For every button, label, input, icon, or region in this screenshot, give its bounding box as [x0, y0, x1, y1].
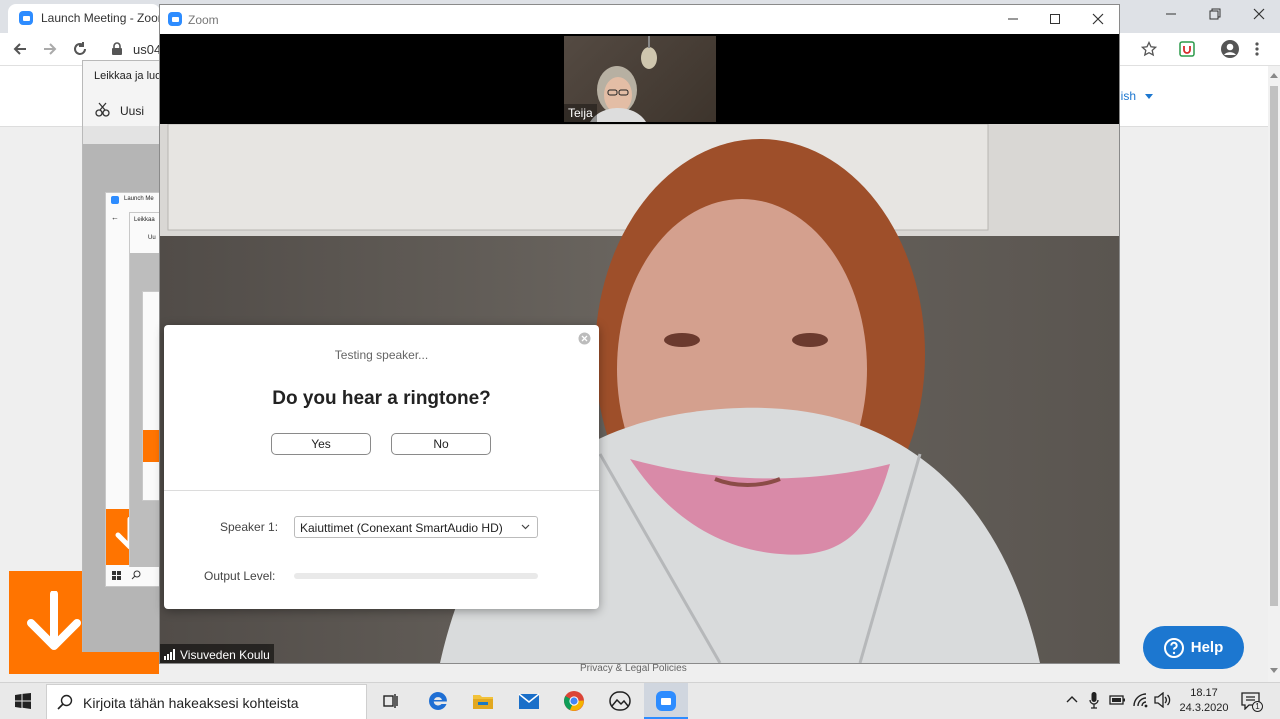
restore-icon[interactable]	[1207, 6, 1223, 22]
speaker-label: Speaker 1:	[220, 520, 279, 534]
zoom-icon	[19, 11, 33, 25]
taskbar-zoom-active[interactable]	[644, 683, 688, 719]
search-icon	[131, 570, 141, 580]
participant-thumbnail[interactable]: Teija	[564, 36, 716, 122]
main-video-name: Visuveden Koulu	[180, 647, 270, 662]
back-arrow-icon: ←	[111, 213, 119, 222]
nested-snip-new: Uu	[148, 235, 156, 241]
windows-taskbar: Kirjoita tähän hakeaksesi kohteista 18.1…	[0, 682, 1280, 719]
ringtone-question: Do you hear a ringtone?	[272, 388, 491, 409]
lock-icon[interactable]	[111, 42, 123, 56]
browser-tab-title: Launch Meeting - Zoom	[41, 11, 168, 25]
close-icon[interactable]	[1251, 6, 1267, 22]
back-arrow-icon[interactable]	[11, 40, 29, 58]
main-video-namebar: Visuveden Koulu	[160, 644, 274, 663]
speaker-select-value: Kaiuttimet (Conexant SmartAudio HD)	[300, 521, 503, 535]
zoom-icon	[111, 196, 119, 204]
notification-badge: 1	[1252, 701, 1263, 712]
profile-icon[interactable]	[1220, 39, 1240, 59]
kebab-menu-icon[interactable]	[1253, 41, 1261, 57]
zoom-icon	[656, 691, 676, 711]
close-icon[interactable]	[578, 332, 591, 345]
minimize-icon[interactable]	[1163, 6, 1179, 22]
chevron-down-icon	[1145, 94, 1153, 100]
snip-capture-area: Launch Me ← Leikkaa Uu	[83, 144, 175, 652]
zoom-icon	[168, 12, 182, 26]
snip-icon	[94, 102, 112, 118]
no-button[interactable]: No	[391, 433, 491, 455]
battery-icon[interactable]	[1109, 693, 1126, 707]
browser-tab[interactable]: Launch Meeting - Zoom	[8, 4, 168, 33]
star-icon[interactable]	[1141, 41, 1157, 57]
zoom-titlebar: Zoom	[160, 5, 1119, 34]
speaker-icon[interactable]	[1154, 692, 1172, 708]
download-arrow-icon	[27, 591, 81, 650]
signal-icon	[164, 649, 176, 660]
help-label: Help	[1190, 639, 1224, 656]
speaker-test-dialog: Testing speaker... Do you hear a rington…	[164, 325, 599, 609]
chevron-down-icon	[521, 524, 530, 530]
page-scrollbar[interactable]	[1268, 66, 1280, 682]
extension-icon[interactable]	[1179, 41, 1195, 57]
reload-icon[interactable]	[71, 40, 89, 58]
windows-icon[interactable]	[15, 693, 31, 709]
snipping-title: Leikkaa ja luo	[94, 70, 162, 82]
testing-speaker-label: Testing speaker...	[334, 348, 429, 362]
thumbnail-name: Teija	[564, 104, 597, 122]
search-placeholder: Kirjoita tähän hakeaksesi kohteista	[83, 695, 299, 711]
taskbar-search[interactable]: Kirjoita tähän hakeaksesi kohteista	[46, 684, 367, 719]
maximize-icon[interactable]	[1048, 12, 1062, 26]
photos-icon[interactable]	[607, 688, 633, 714]
speaker-select[interactable]: Kaiuttimet (Conexant SmartAudio HD)	[294, 516, 538, 538]
help-button[interactable]: Help	[1143, 626, 1244, 669]
thumbnail-strip: Teija	[160, 34, 1119, 124]
output-level-meter	[294, 573, 538, 579]
microphone-icon[interactable]	[1089, 692, 1099, 709]
nested-tab-title: Launch Me	[124, 196, 154, 202]
snip-new-button[interactable]: Uusi	[120, 104, 144, 118]
chevron-up-icon[interactable]	[1066, 695, 1078, 703]
zoom-window-title: Zoom	[188, 13, 219, 27]
language-selector[interactable]: lish	[1118, 89, 1136, 103]
privacy-link[interactable]: Privacy & Legal Policies	[580, 663, 687, 674]
edge-icon[interactable]	[425, 688, 451, 714]
output-level-label: Output Level:	[204, 569, 276, 583]
nested-snip-title: Leikkaa	[134, 217, 155, 223]
windows-icon	[112, 571, 121, 580]
dialog-divider	[164, 490, 599, 491]
clock-date: 24.3.2020	[1179, 702, 1229, 714]
yes-button[interactable]: Yes	[271, 433, 371, 455]
forward-arrow-icon[interactable]	[41, 40, 59, 58]
scrollbar-thumb[interactable]	[1270, 86, 1278, 606]
mail-icon[interactable]	[516, 688, 542, 714]
close-icon[interactable]	[1091, 12, 1105, 26]
help-icon	[1163, 637, 1184, 658]
task-view-icon[interactable]	[377, 688, 403, 714]
taskbar-clock[interactable]: 18.17 24.3.2020	[1174, 686, 1234, 716]
search-icon	[57, 694, 73, 710]
wifi-icon[interactable]	[1132, 692, 1150, 708]
chrome-icon[interactable]	[561, 688, 587, 714]
minimize-icon[interactable]	[1006, 12, 1020, 26]
snip-toolbar-strip	[83, 126, 171, 144]
file-explorer-icon[interactable]	[470, 688, 496, 714]
address-bar-text[interactable]: us04	[133, 42, 161, 57]
clock-time: 18.17	[1190, 687, 1218, 699]
